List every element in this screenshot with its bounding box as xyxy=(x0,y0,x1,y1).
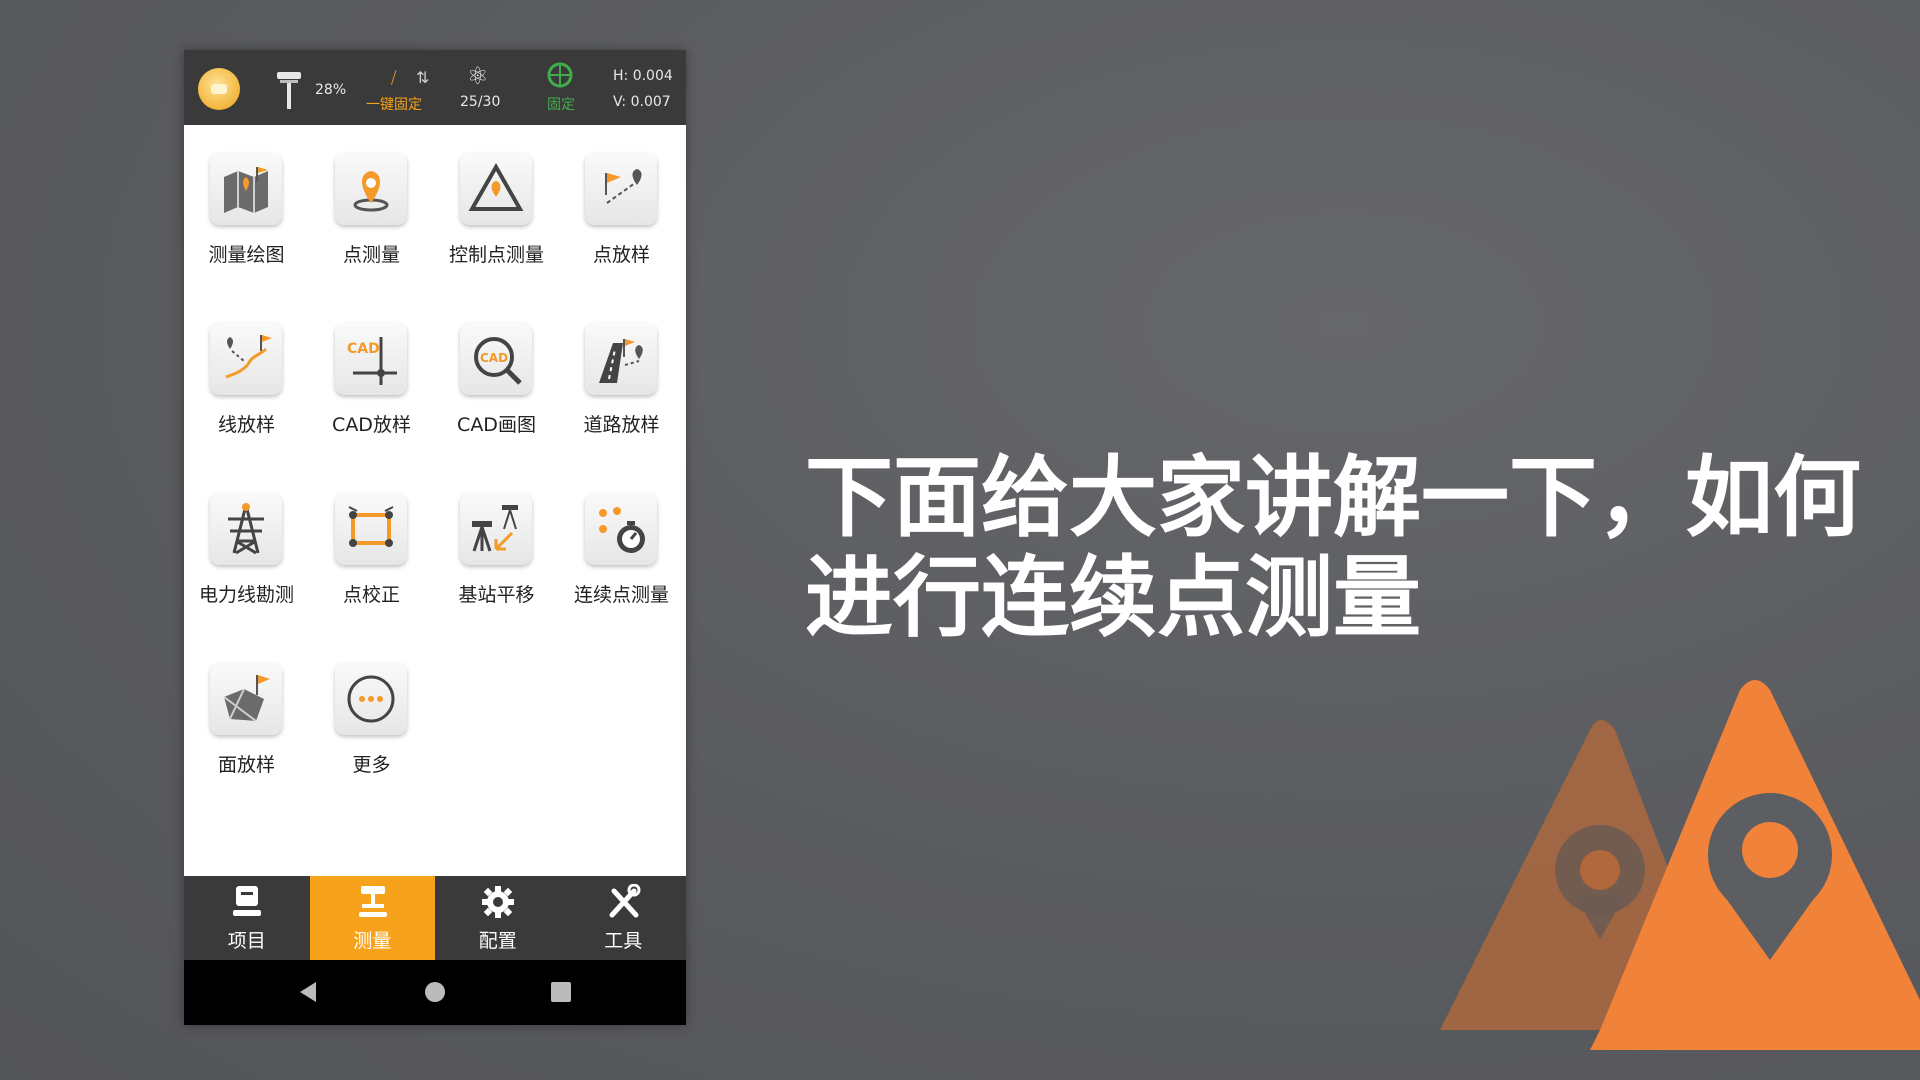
app-label: 更多 xyxy=(352,754,391,776)
tab-config[interactable]: 配置 xyxy=(435,876,561,960)
control-point-icon xyxy=(460,153,532,225)
recents-icon[interactable] xyxy=(546,977,576,1007)
brand-logo xyxy=(1440,680,1920,1050)
app-survey-map[interactable]: 测量绘图 xyxy=(184,125,309,275)
app-point-calibration[interactable]: 点校正 xyxy=(309,465,434,615)
caption-line-2: 进行连续点测量 xyxy=(805,546,1422,649)
tab-label: 工具 xyxy=(604,930,643,952)
signal-icon: ⧸ xyxy=(391,68,397,87)
base-shift-icon xyxy=(460,493,532,565)
tab-label: 测量 xyxy=(353,930,392,952)
app-more[interactable]: 更多 xyxy=(309,635,434,785)
area-stakeout-icon xyxy=(210,663,282,735)
project-icon xyxy=(233,886,261,916)
app-control-point[interactable]: 控制点测量 xyxy=(434,125,559,275)
app-label: 测量绘图 xyxy=(208,244,285,266)
satellite-icon[interactable]: ⚛ xyxy=(467,62,489,90)
app-cad-stakeout[interactable]: CAD CAD放样 xyxy=(309,295,434,445)
satellite-count: 25/30 xyxy=(460,94,501,110)
caption-line-1: 下面给大家讲解一下，如何 xyxy=(805,446,1862,549)
app-label: 点校正 xyxy=(342,584,400,606)
app-point-survey[interactable]: 点测量 xyxy=(309,125,434,275)
status-bar: 28% ⧸ ⇅ 一键固定 ⚛ 25/30 固定 H: 0.004 V: 0.00… xyxy=(184,50,686,125)
app-label: 线放样 xyxy=(217,414,275,436)
app-label: 电力线勘测 xyxy=(198,584,294,606)
android-nav-bar xyxy=(184,960,686,1025)
app-cad-draw[interactable]: CAD CAD画图 xyxy=(434,295,559,445)
app-area-stakeout[interactable]: 面放样 xyxy=(184,635,309,785)
app-continuous-point[interactable]: 连续点测量 xyxy=(559,465,684,615)
user-avatar[interactable] xyxy=(198,68,240,110)
line-stakeout-icon xyxy=(210,323,282,395)
bottom-tab-bar: 项目 测量 配置 工具 xyxy=(184,876,686,960)
app-base-shift[interactable]: 基站平移 xyxy=(434,465,559,615)
data-transfer-icon: ⇅ xyxy=(416,68,430,87)
point-survey-icon xyxy=(335,153,407,225)
app-label: 点测量 xyxy=(342,244,400,266)
app-label: 连续点测量 xyxy=(573,584,669,606)
gnss-antenna-icon xyxy=(277,72,301,109)
home-icon[interactable] xyxy=(420,977,450,1007)
crosshair-icon[interactable] xyxy=(547,62,573,88)
cad-draw-icon: CAD xyxy=(460,323,532,395)
gear-icon xyxy=(482,886,514,918)
tab-tools[interactable]: 工具 xyxy=(561,876,687,960)
svg-text:CAD: CAD xyxy=(480,351,508,365)
more-icon xyxy=(335,663,407,735)
svg-text:CAD: CAD xyxy=(347,341,380,357)
tab-survey[interactable]: 测量 xyxy=(309,876,435,960)
video-caption: 下面给大家讲解一下，如何 进行连续点测量 xyxy=(805,448,1905,648)
app-label: 面放样 xyxy=(217,754,275,776)
app-label: 点放样 xyxy=(592,244,650,266)
cad-stakeout-icon: CAD xyxy=(335,323,407,395)
back-icon[interactable] xyxy=(294,977,324,1007)
point-calibration-icon xyxy=(335,493,407,565)
road-stakeout-icon xyxy=(585,323,657,395)
one-key-fix-button[interactable]: 一键固定 xyxy=(366,94,422,114)
tab-project[interactable]: 项目 xyxy=(184,876,310,960)
tools-icon xyxy=(609,884,640,918)
app-label: 道路放样 xyxy=(583,414,660,436)
app-label: 控制点测量 xyxy=(448,244,544,266)
battery-percent: 28% xyxy=(315,82,347,98)
survey-map-icon xyxy=(210,153,282,225)
tab-label: 配置 xyxy=(478,930,517,952)
v-precision: V: 0.007 xyxy=(613,94,671,110)
app-point-stakeout[interactable]: 点放样 xyxy=(559,125,684,275)
continuous-point-icon xyxy=(585,493,657,565)
phone-screen: 28% ⧸ ⇅ 一键固定 ⚛ 25/30 固定 H: 0.004 V: 0.00… xyxy=(184,50,686,1025)
app-line-stakeout[interactable]: 线放样 xyxy=(184,295,309,445)
app-label: CAD画图 xyxy=(457,414,536,436)
app-label: 基站平移 xyxy=(458,584,535,606)
point-stakeout-icon xyxy=(585,153,657,225)
survey-icon xyxy=(358,886,387,917)
app-power-line[interactable]: 电力线勘测 xyxy=(184,465,309,615)
tab-label: 项目 xyxy=(227,930,266,952)
solution-status: 固定 xyxy=(547,97,575,113)
app-label: CAD放样 xyxy=(332,414,411,436)
app-road-stakeout[interactable]: 道路放样 xyxy=(559,295,684,445)
h-precision: H: 0.004 xyxy=(613,68,673,84)
power-line-icon xyxy=(210,493,282,565)
